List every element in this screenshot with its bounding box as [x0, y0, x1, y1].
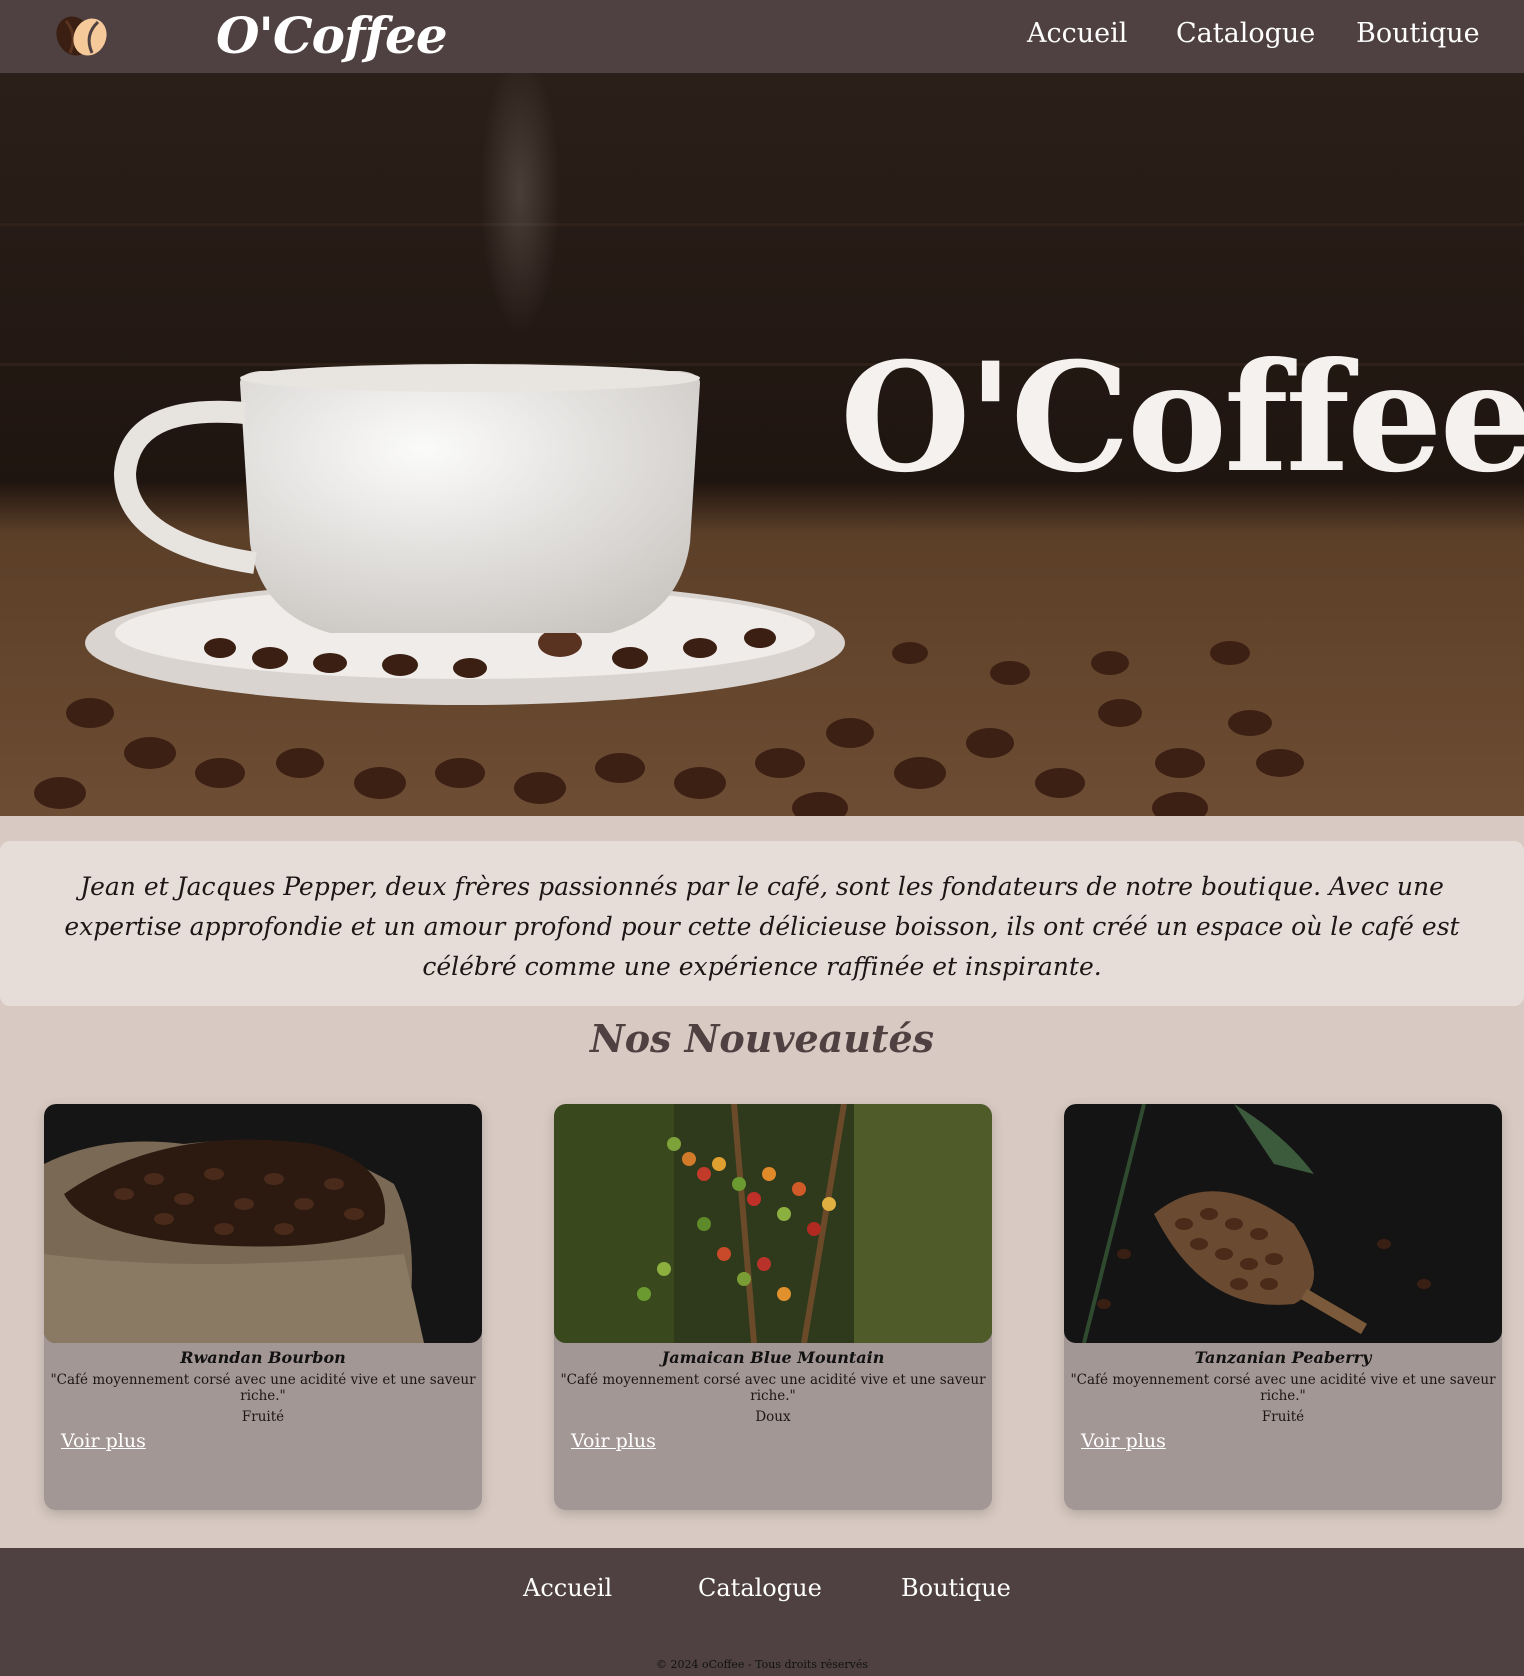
product-card: Tanzanian Peaberry "Café moyennement cor… — [1064, 1104, 1502, 1510]
section-title: Nos Nouveautés — [589, 1016, 935, 1061]
nav-boutique[interactable]: Boutique — [1356, 18, 1480, 49]
coffee-bag-photo — [44, 1104, 482, 1343]
nav-catalogue[interactable]: Catalogue — [1176, 18, 1315, 49]
coffee-bean-icon[interactable] — [52, 13, 112, 59]
view-more-link[interactable]: Voir plus — [571, 1430, 656, 1452]
footer-nav-catalogue[interactable]: Catalogue — [698, 1574, 822, 1602]
product-description: "Café moyennement corsé avec une acidité… — [1070, 1372, 1496, 1404]
product-card: Jamaican Blue Mountain "Café moyennement… — [554, 1104, 992, 1510]
view-more-link[interactable]: Voir plus — [1081, 1430, 1166, 1452]
site-header: O'Coffee Accueil Catalogue Boutique — [0, 0, 1524, 73]
product-name: Rwandan Bourbon — [180, 1348, 346, 1367]
product-tag: Fruité — [1261, 1409, 1305, 1425]
product-description: "Café moyennement corsé avec une acidité… — [560, 1372, 986, 1404]
product-name: Tanzanian Peaberry — [1194, 1348, 1372, 1367]
product-name: Jamaican Blue Mountain — [661, 1348, 885, 1367]
product-card: Rwandan Bourbon "Café moyennement corsé … — [44, 1104, 482, 1510]
footer-nav-accueil[interactable]: Accueil — [523, 1574, 612, 1602]
product-description: "Café moyennement corsé avec une acidité… — [50, 1372, 476, 1404]
intro-text: Jean et Jacques Pepper, deux frères pass… — [64, 872, 1460, 981]
brand-logo-text[interactable]: O'Coffee — [216, 6, 448, 66]
product-tag: Doux — [755, 1409, 791, 1425]
product-tag: Fruité — [241, 1409, 285, 1425]
site-footer: Accueil Catalogue Boutique © 2024 oCoffe… — [0, 1548, 1524, 1676]
hero-banner: O'Coffee — [0, 73, 1524, 816]
hero-title: O'Coffee — [840, 330, 1524, 506]
view-more-link[interactable]: Voir plus — [61, 1430, 146, 1452]
copyright-text: © 2024 oCoffee - Tous droits réservés — [655, 1658, 869, 1671]
coffee-scoop-photo — [1064, 1104, 1502, 1343]
footer-nav-boutique[interactable]: Boutique — [901, 1574, 1011, 1602]
nav-accueil[interactable]: Accueil — [1027, 18, 1127, 49]
intro-box: Jean et Jacques Pepper, deux frères pass… — [0, 841, 1524, 1006]
coffee-cherries-photo — [554, 1104, 992, 1343]
